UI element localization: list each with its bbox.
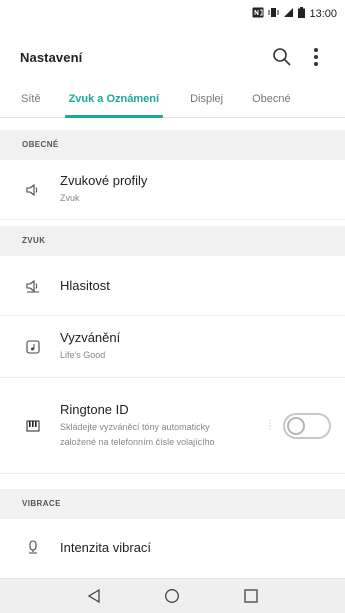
section-header-general: OBECNÉ: [0, 130, 345, 160]
home-button[interactable]: [157, 581, 187, 611]
vibration-intensity-item[interactable]: Intenzita vibrací: [0, 519, 345, 575]
sound-profiles-item[interactable]: Zvukové profily Zvuk: [0, 160, 345, 220]
volume-title: Hlasitost: [60, 278, 110, 293]
tab-sound-notifications[interactable]: Zvuk a Oznámení: [64, 86, 164, 118]
ringtone-id-item[interactable]: Ringtone ID Skládejte vyzváněcí tóny aut…: [0, 378, 345, 474]
recents-button[interactable]: [236, 581, 266, 611]
search-icon: [273, 48, 291, 66]
status-bar: 13:00: [0, 0, 345, 28]
more-options-button[interactable]: [299, 40, 333, 74]
vibrate-mode-icon: [268, 7, 279, 21]
app-bar: Nastavení: [0, 28, 345, 86]
volume-item[interactable]: Hlasitost: [0, 256, 345, 316]
ringtone-id-subtitle: Skládejte vyzváněcí tóny automaticky zal…: [60, 421, 215, 447]
back-icon: [87, 588, 100, 604]
section-header-vibration: VIBRACE: [0, 489, 345, 519]
sound-profiles-title: Zvukové profily: [60, 173, 148, 188]
home-icon: [165, 589, 180, 603]
signal-icon: [283, 7, 294, 21]
ringtone-id-toggle[interactable]: [283, 412, 331, 439]
speaker-icon: [26, 183, 40, 197]
section-header-sound: ZVUK: [0, 226, 345, 256]
volume-icon: [26, 279, 40, 293]
tab-networks[interactable]: Sítě: [21, 86, 41, 118]
ringtone-id-title: Ringtone ID: [60, 401, 129, 417]
piano-icon: [26, 419, 40, 433]
nfc-icon: [252, 7, 264, 21]
page-title: Nastavení: [20, 49, 83, 65]
sound-profiles-subtitle: Zvuk: [60, 193, 80, 203]
music-note-icon: [26, 339, 40, 354]
tab-general[interactable]: Obecné: [252, 86, 291, 118]
status-time: 13:00: [309, 8, 337, 20]
battery-icon: [298, 7, 306, 21]
more-vert-icon: [314, 48, 318, 66]
tab-display[interactable]: Displej: [190, 86, 223, 118]
vibration-icon: [26, 540, 40, 554]
ringtone-title: Vyzvánění: [60, 330, 121, 345]
back-button[interactable]: [79, 581, 109, 611]
ringtone-item[interactable]: Vyzvánění Life's Good: [0, 316, 345, 378]
ringtone-subtitle: Life's Good: [60, 350, 106, 360]
tab-bar: Sítě Zvuk a Oznámení Displej Obecné: [0, 86, 345, 118]
ringtone-id-toggle-wrap: ┊: [266, 412, 331, 439]
recents-icon: [244, 589, 258, 603]
vibration-intensity-title: Intenzita vibrací: [60, 539, 152, 555]
search-button[interactable]: [265, 40, 299, 74]
divider: ┊: [266, 420, 273, 431]
toggle-knob: [287, 416, 305, 435]
navigation-bar: [0, 578, 345, 613]
